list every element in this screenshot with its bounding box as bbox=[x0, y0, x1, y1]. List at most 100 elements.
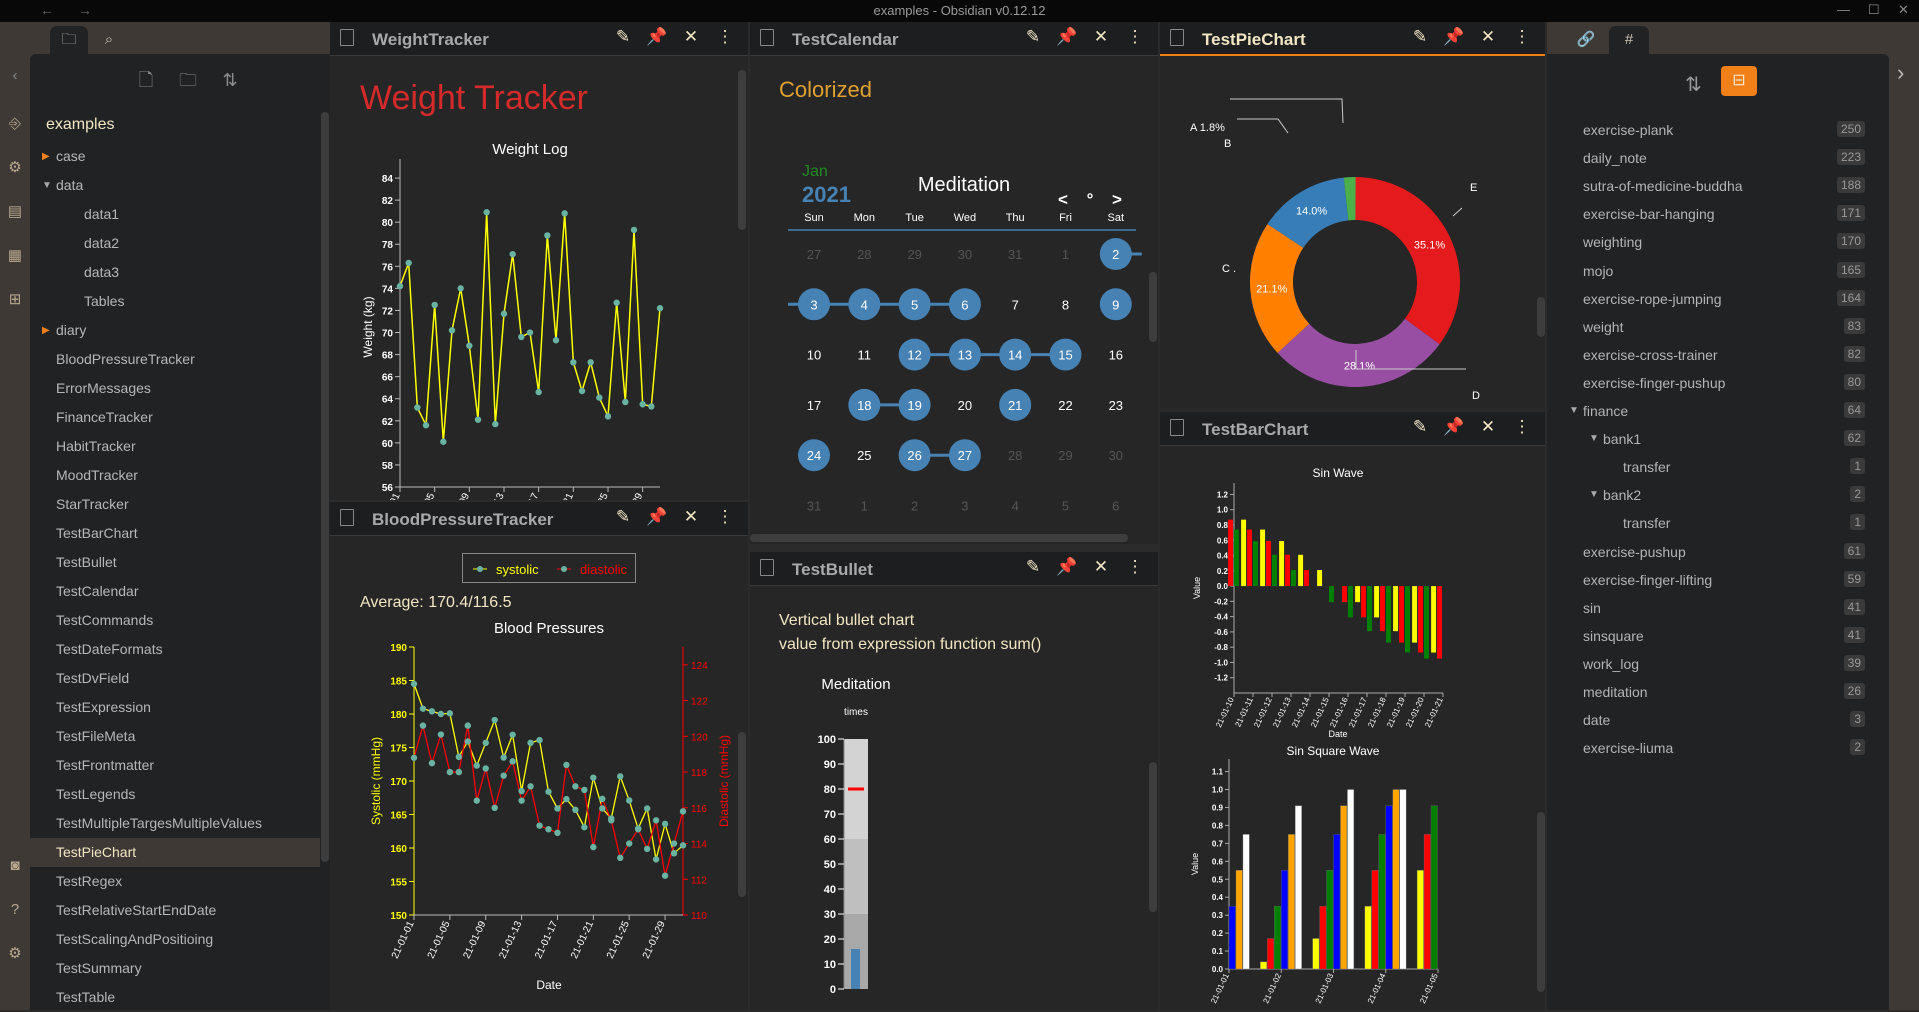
collapse-right-sidebar-icon[interactable]: › bbox=[1897, 60, 1904, 86]
tag-item[interactable]: date 3 bbox=[1547, 706, 1877, 734]
file-item[interactable]: TestFileMeta bbox=[30, 722, 320, 751]
folder-item[interactable]: ▶ case bbox=[30, 142, 320, 171]
new-folder-icon[interactable]: 🗀 bbox=[167, 68, 209, 98]
tag-hierarchy-toggle[interactable]: ⊟ bbox=[1721, 66, 1757, 96]
today-button[interactable]: ° bbox=[1087, 190, 1094, 209]
tag-item[interactable]: work_log 39 bbox=[1547, 650, 1877, 678]
tag-item[interactable]: exercise-plank 250 bbox=[1547, 116, 1877, 144]
more-options-icon[interactable]: ⋮ bbox=[1505, 417, 1539, 437]
file-item[interactable]: MoodTracker bbox=[30, 461, 320, 490]
close-icon[interactable]: ✕ bbox=[1084, 557, 1118, 577]
tag-item[interactable]: transfer 1 bbox=[1547, 453, 1877, 481]
file-item[interactable]: TestLegends bbox=[30, 780, 320, 809]
chevron-down-icon[interactable]: ▼ bbox=[42, 171, 52, 200]
pin-icon[interactable]: 📌 bbox=[640, 27, 674, 47]
file-item[interactable]: TestRegex bbox=[30, 867, 320, 896]
folder-item[interactable]: ▶ diary bbox=[30, 316, 320, 345]
edit-pencil-icon[interactable]: ✎ bbox=[1403, 417, 1437, 437]
pane-scrollbar[interactable] bbox=[1537, 812, 1545, 992]
graph-view-icon[interactable]: ⚙ bbox=[5, 158, 25, 178]
file-item[interactable]: TestCommands bbox=[30, 606, 320, 635]
maximize-button[interactable]: ☐ bbox=[1868, 2, 1880, 18]
close-icon[interactable]: ✕ bbox=[674, 27, 708, 47]
file-item[interactable]: TestTable bbox=[30, 983, 320, 1012]
file-item[interactable]: data2 bbox=[30, 229, 320, 258]
pane-scrollbar[interactable] bbox=[738, 70, 746, 230]
plugin-icon[interactable]: ▦ bbox=[5, 246, 25, 266]
close-icon[interactable]: ✕ bbox=[1471, 27, 1505, 47]
pane-scrollbar[interactable] bbox=[738, 732, 746, 897]
pane-horizontal-scrollbar[interactable] bbox=[750, 534, 1128, 542]
file-item[interactable]: data1 bbox=[30, 200, 320, 229]
pin-icon[interactable]: 📌 bbox=[1437, 27, 1471, 47]
tag-item[interactable]: exercise-rope-jumping 164 bbox=[1547, 285, 1877, 313]
edit-pencil-icon[interactable]: ✎ bbox=[1016, 27, 1050, 47]
tag-item[interactable]: sinsquare 41 bbox=[1547, 622, 1877, 650]
file-item[interactable]: BloodPressureTracker bbox=[30, 345, 320, 374]
next-month-button[interactable]: > bbox=[1112, 190, 1122, 209]
more-options-icon[interactable]: ⋮ bbox=[708, 27, 742, 47]
edit-pencil-icon[interactable]: ✎ bbox=[1016, 557, 1050, 577]
tag-item[interactable]: exercise-finger-pushup 80 bbox=[1547, 369, 1877, 397]
file-item[interactable]: FinanceTracker bbox=[30, 403, 320, 432]
tag-item[interactable]: exercise-bar-hanging 171 bbox=[1547, 200, 1877, 228]
file-tree-scrollbar[interactable] bbox=[321, 112, 329, 862]
pin-icon[interactable]: 📌 bbox=[1050, 27, 1084, 47]
tag-item[interactable]: ▼ finance 64 bbox=[1547, 397, 1877, 425]
tag-item[interactable]: ▼ bank2 2 bbox=[1547, 481, 1877, 509]
sort-icon[interactable]: ⇅ bbox=[1685, 72, 1702, 97]
file-item[interactable]: TestSummary bbox=[30, 954, 320, 983]
tag-item[interactable]: exercise-cross-trainer 82 bbox=[1547, 341, 1877, 369]
edit-pencil-icon[interactable]: ✎ bbox=[606, 507, 640, 527]
file-item[interactable]: StarTracker bbox=[30, 490, 320, 519]
tag-item[interactable]: transfer 1 bbox=[1547, 509, 1877, 537]
file-item[interactable]: TestDvField bbox=[30, 664, 320, 693]
tag-item[interactable]: weighting 170 bbox=[1547, 228, 1877, 256]
pane-scrollbar[interactable] bbox=[1149, 762, 1157, 912]
file-item[interactable]: Tables bbox=[30, 287, 320, 316]
file-item[interactable]: TestExpression bbox=[30, 693, 320, 722]
close-icon[interactable]: ✕ bbox=[674, 507, 708, 527]
pane-scrollbar[interactable] bbox=[1149, 272, 1157, 342]
prev-month-button[interactable]: < bbox=[1058, 190, 1068, 209]
more-options-icon[interactable]: ⋮ bbox=[1118, 557, 1152, 577]
file-item[interactable]: TestBullet bbox=[30, 548, 320, 577]
close-icon[interactable]: ✕ bbox=[1471, 417, 1505, 437]
tag-item[interactable]: exercise-finger-lifting 59 bbox=[1547, 566, 1877, 594]
edit-pencil-icon[interactable]: ✎ bbox=[1403, 27, 1437, 47]
close-icon[interactable]: ✕ bbox=[1084, 27, 1118, 47]
file-item[interactable]: TestScalingAndPositioing bbox=[30, 925, 320, 954]
vault-icon[interactable]: ◙ bbox=[5, 856, 25, 876]
pin-icon[interactable]: 📌 bbox=[1050, 557, 1084, 577]
backlinks-tab[interactable]: 🔗 bbox=[1567, 26, 1605, 54]
file-item[interactable]: data3 bbox=[30, 258, 320, 287]
pin-icon[interactable]: 📌 bbox=[1437, 417, 1471, 437]
more-options-icon[interactable]: ⋮ bbox=[1505, 27, 1539, 47]
edit-pencil-icon[interactable]: ✎ bbox=[606, 27, 640, 47]
close-window-button[interactable]: ✕ bbox=[1898, 2, 1909, 18]
table-settings-icon[interactable]: ⊞ bbox=[5, 290, 25, 310]
file-item[interactable]: ErrorMessages bbox=[30, 374, 320, 403]
minimize-button[interactable]: — bbox=[1837, 2, 1850, 17]
tag-item[interactable]: daily_note 223 bbox=[1547, 144, 1877, 172]
tag-item[interactable]: mojo 165 bbox=[1547, 257, 1877, 285]
help-icon[interactable]: ? bbox=[5, 900, 25, 920]
file-item[interactable]: TestPieChart bbox=[30, 838, 320, 867]
chevron-right-icon[interactable]: ▶ bbox=[42, 142, 50, 171]
pin-icon[interactable]: 📌 bbox=[640, 507, 674, 527]
chevron-right-icon[interactable]: ▶ bbox=[42, 316, 50, 345]
new-note-icon[interactable]: 🗋 bbox=[125, 68, 167, 98]
tag-item[interactable]: exercise-pushup 61 bbox=[1547, 538, 1877, 566]
file-item[interactable]: TestBarChart bbox=[30, 519, 320, 548]
tag-item[interactable]: weight 83 bbox=[1547, 313, 1877, 341]
chevron-down-icon[interactable]: ▼ bbox=[1589, 489, 1599, 500]
tag-item[interactable]: sutra-of-medicine-buddha 188 bbox=[1547, 172, 1877, 200]
file-item[interactable]: TestRelativeStartEndDate bbox=[30, 896, 320, 925]
more-options-icon[interactable]: ⋮ bbox=[1118, 27, 1152, 47]
search-tab[interactable]: ⌕ bbox=[90, 26, 128, 54]
open-quick-switcher-icon[interactable]: ⎆ bbox=[5, 114, 25, 134]
tags-tab[interactable]: # bbox=[1609, 26, 1649, 54]
pane-scrollbar[interactable] bbox=[1537, 297, 1545, 337]
templates-icon[interactable]: ▤ bbox=[5, 202, 25, 222]
sort-icon[interactable]: ⇅ bbox=[209, 70, 251, 91]
